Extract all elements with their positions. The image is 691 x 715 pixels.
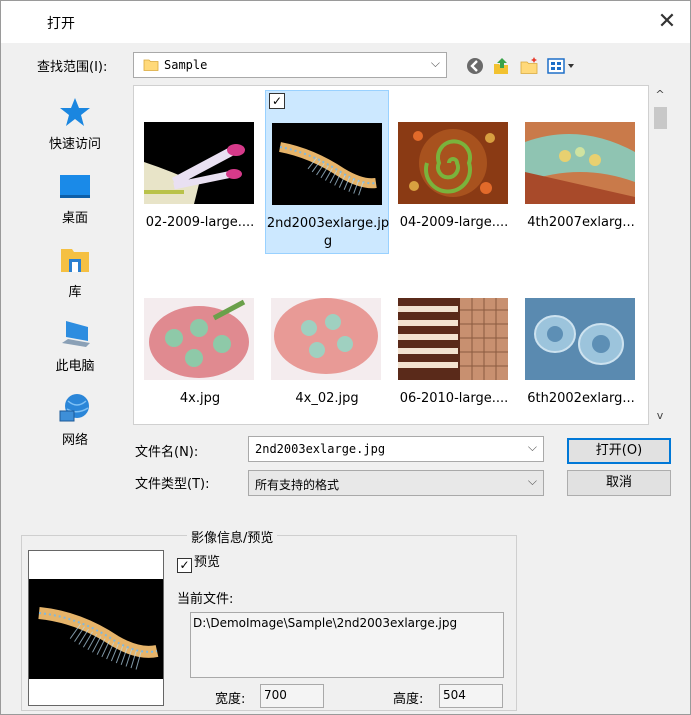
cancel-button[interactable]: 取消 bbox=[567, 470, 671, 496]
look-in-label: 查找范围(I): bbox=[37, 60, 108, 75]
sidebar-item-label: 库 bbox=[68, 285, 82, 300]
thumbnail-image bbox=[525, 122, 635, 204]
preview-label: 预览 bbox=[194, 555, 221, 570]
file-item[interactable]: 04-2009-large.... bbox=[392, 90, 516, 254]
sidebar-item-label: 网络 bbox=[61, 433, 88, 448]
file-name: 06-2010-large.... bbox=[399, 391, 509, 406]
file-name: 04-2009-large.... bbox=[399, 215, 509, 230]
title-bar: 打开 ✕ bbox=[1, 1, 690, 43]
look-in-combo[interactable]: Sample ⌵ bbox=[133, 52, 447, 78]
preview-checkbox[interactable]: ✓ 预览 bbox=[177, 551, 220, 573]
open-file-dialog: 打开 ✕ 查找范围(I): Sample ⌵ 快速访问 桌面 库 此电脑 网络 … bbox=[0, 0, 691, 715]
sidebar-item-desktop[interactable]: 桌面 bbox=[21, 163, 129, 233]
preview-image bbox=[29, 579, 163, 679]
sidebar-item-label: 快速访问 bbox=[48, 137, 101, 152]
file-name-label: 文件名(N): bbox=[135, 445, 199, 460]
chevron-down-icon: ⌵ bbox=[430, 56, 440, 70]
view-menu-icon[interactable] bbox=[547, 56, 579, 76]
current-file-label: 当前文件: bbox=[177, 592, 234, 607]
file-name-value: 2nd2003exlarge.jpg bbox=[255, 442, 386, 456]
file-name: 4th2007exlarg... bbox=[527, 215, 635, 230]
height-label: 高度: bbox=[393, 692, 424, 707]
sidebar-item-label: 此电脑 bbox=[55, 359, 95, 374]
width-value: 700 bbox=[260, 684, 324, 708]
file-item[interactable]: 4x.jpg bbox=[138, 266, 262, 424]
file-list[interactable]: 02-2009-large.... ✓ 2nd2003exlarge.jpg 0… bbox=[133, 85, 649, 425]
preview-pane bbox=[28, 550, 164, 706]
thumbnail-image bbox=[398, 122, 508, 204]
chevron-down-icon[interactable]: ⌵ bbox=[528, 440, 537, 455]
file-name: 2nd2003exlarge.jpg bbox=[266, 216, 390, 249]
thumbnail-image bbox=[144, 298, 254, 380]
sidebar-item-libraries[interactable]: 库 bbox=[21, 237, 129, 307]
new-folder-icon[interactable] bbox=[519, 56, 539, 76]
thumbnail-image bbox=[271, 298, 381, 380]
sidebar-item-this-pc[interactable]: 此电脑 bbox=[21, 311, 129, 381]
file-item[interactable]: 6th2002exlarg... bbox=[519, 266, 643, 424]
checkbox-checked-icon[interactable]: ✓ bbox=[177, 558, 192, 573]
file-name: 02-2009-large.... bbox=[145, 215, 255, 230]
file-type-label: 文件类型(T): bbox=[135, 477, 210, 492]
file-name-input[interactable]: 2nd2003exlarge.jpg ⌵ bbox=[248, 436, 544, 462]
file-list-scrollbar[interactable]: ^ v bbox=[649, 85, 671, 425]
star-icon bbox=[60, 98, 90, 126]
sidebar-item-quick-access[interactable]: 快速访问 bbox=[21, 89, 129, 159]
file-type-select[interactable]: 所有支持的格式 ⌵ bbox=[248, 470, 544, 496]
preview-thumbnail bbox=[38, 607, 159, 670]
look-in-value: Sample bbox=[164, 58, 208, 72]
scroll-up-icon[interactable]: ^ bbox=[649, 88, 671, 101]
open-button[interactable]: 打开(O) bbox=[567, 438, 671, 464]
back-icon[interactable] bbox=[465, 56, 485, 76]
up-folder-icon[interactable] bbox=[491, 56, 511, 76]
scroll-thumb[interactable] bbox=[654, 107, 667, 129]
file-item[interactable]: 06-2010-large.... bbox=[392, 266, 516, 424]
file-name: 6th2002exlarg... bbox=[527, 391, 635, 406]
file-item-selected[interactable]: ✓ 2nd2003exlarge.jpg bbox=[265, 90, 389, 254]
places-sidebar: 快速访问 桌面 库 此电脑 网络 bbox=[21, 85, 129, 515]
folder-icon bbox=[143, 59, 159, 71]
file-item[interactable]: 4x_02.jpg bbox=[265, 266, 389, 424]
current-file-path: D:\DemoImage\Sample\2nd2003exlarge.jpg bbox=[190, 612, 504, 678]
chevron-down-icon[interactable]: ⌵ bbox=[528, 474, 537, 489]
height-value: 504 bbox=[439, 684, 503, 708]
desktop-icon bbox=[60, 175, 90, 198]
close-button[interactable]: ✕ bbox=[652, 7, 682, 37]
sidebar-item-label: 桌面 bbox=[61, 211, 88, 226]
select-checkbox[interactable]: ✓ bbox=[269, 93, 285, 109]
computer-icon bbox=[62, 321, 90, 347]
file-item[interactable]: 4th2007exlarg... bbox=[519, 90, 643, 254]
dialog-title: 打开 bbox=[47, 16, 75, 32]
file-name: 4x.jpg bbox=[179, 391, 221, 406]
file-name: 4x_02.jpg bbox=[295, 391, 359, 406]
sidebar-item-network[interactable]: 网络 bbox=[21, 385, 129, 455]
thumbnail-image bbox=[144, 122, 254, 204]
thumbnail-image bbox=[398, 298, 508, 380]
network-icon bbox=[59, 394, 89, 422]
file-item[interactable]: 02-2009-large.... bbox=[138, 90, 262, 254]
file-type-value: 所有支持的格式 bbox=[255, 478, 340, 492]
scroll-down-icon[interactable]: v bbox=[649, 409, 671, 422]
thumbnail-image bbox=[525, 298, 635, 380]
thumbnail-image bbox=[272, 123, 382, 205]
library-icon bbox=[61, 249, 89, 272]
image-info-title: 影像信息/预览 bbox=[187, 527, 278, 546]
width-label: 宽度: bbox=[215, 692, 246, 707]
